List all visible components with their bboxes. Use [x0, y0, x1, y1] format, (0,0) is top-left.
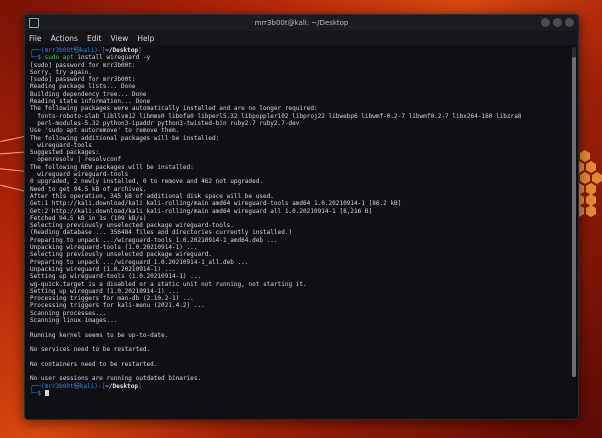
output-line: Setting up wireguard-tools (1.0.20210914… — [30, 273, 202, 281]
terminal-window[interactable]: mrr3b00t@kali: ~/Desktop File Actions Ed… — [24, 14, 579, 420]
output-line: Scanning linux images... — [30, 316, 118, 324]
output-line: Reading package lists... Done — [30, 83, 136, 91]
output-line: Reading state information... Done — [30, 98, 151, 106]
menu-actions[interactable]: Actions — [51, 34, 78, 43]
scrollbar[interactable] — [572, 47, 576, 377]
output-line: Get:1 http://kali.download/kali kali-rol… — [30, 200, 402, 208]
window-title: mrr3b00t@kali: ~/Desktop — [254, 19, 349, 27]
menu-file[interactable]: File — [29, 34, 42, 43]
output-line: Get:2 http://kali.download/kali kali-rol… — [30, 207, 373, 215]
command-line: └─$ sudo apt install wireguard -y — [30, 54, 151, 62]
titlebar[interactable]: mrr3b00t@kali: ~/Desktop — [25, 15, 578, 31]
output-line: No containers need to be restarted. — [30, 360, 158, 368]
output-line: wireguard wireguard-tools — [30, 171, 129, 179]
command-output: [sudo] password for mrr3b00t: Sorry, try … — [30, 62, 572, 383]
output-line: (Reading database ... 356484 files and d… — [30, 229, 293, 237]
output-line: Preparing to unpack .../wireguard-tools_… — [30, 236, 278, 244]
output-line: Running kernel seems to be up-to-date. — [30, 331, 169, 339]
output-line: perl-modules-5.32 python3-ipaddr python3… — [30, 119, 300, 127]
output-line: Selecting previously unselected package … — [30, 251, 213, 259]
output-line: The following additional packages will b… — [30, 134, 220, 142]
output-line: Processing triggers for man-db (2.10.2-1… — [30, 295, 194, 303]
output-line: Scanning processes... — [30, 309, 107, 317]
window-controls — [541, 18, 574, 27]
output-line: No services need to be restarted. — [30, 346, 151, 354]
maximize-icon[interactable] — [553, 18, 562, 27]
output-line: 0 upgraded, 2 newly installed, 0 to remo… — [30, 178, 263, 186]
output-line: Preparing to unpack .../wireguard_1.0.20… — [30, 258, 249, 266]
output-line: Unpacking wireguard-tools (1.0.20210914-… — [30, 244, 198, 252]
minimize-icon[interactable] — [541, 18, 550, 27]
output-line: wireguard-tools — [30, 141, 92, 149]
input-line[interactable]: └─$ — [30, 389, 572, 397]
output-line: openresolv | resolvconf — [30, 156, 122, 164]
cursor — [44, 389, 49, 396]
scrollbar-thumb[interactable] — [572, 57, 576, 377]
output-line: wg-quick.target is a disabled or a stati… — [30, 280, 307, 288]
menu-help[interactable]: Help — [137, 34, 154, 43]
output-line: No user sessions are running outdated bi… — [30, 375, 202, 383]
terminal-icon — [29, 18, 39, 28]
prompt-line-2: ┌──(mrr3b00t㉿kali)-[~/Desktop] — [30, 382, 142, 390]
terminal-output[interactable]: ┌──(mrr3b00t㉿kali)-[~/Desktop] └─$ sudo … — [25, 45, 578, 419]
output-line: Use 'sudo apt autoremove' to remove them… — [30, 127, 180, 135]
output-line: [sudo] password for mrr3b00t: — [30, 76, 136, 84]
menu-view[interactable]: View — [111, 34, 129, 43]
close-icon[interactable] — [565, 18, 574, 27]
menubar: File Actions Edit View Help — [25, 31, 578, 45]
output-line: Suggested packages: — [30, 149, 100, 157]
output-line: Sorry, try again. — [30, 68, 92, 76]
output-line: Processing triggers for kali-menu (2021.… — [30, 302, 205, 310]
output-line: Setting up wireguard (1.0.20210914-1) ..… — [30, 287, 180, 295]
output-line: Building dependency tree... Done — [30, 90, 147, 98]
menu-edit[interactable]: Edit — [87, 34, 102, 43]
output-line: Need to get 94.5 kB of archives. — [30, 185, 147, 193]
output-line: The following NEW packages will be insta… — [30, 163, 194, 171]
output-line: Fetched 94.5 kB in 1s (109 kB/s) — [30, 214, 147, 222]
output-line: Selecting previously unselected package … — [30, 222, 234, 230]
output-line: The following packages were automaticall… — [30, 105, 318, 113]
output-line: fonts-roboto-slab libllvm12 libmms0 libo… — [30, 112, 522, 120]
output-line: Unpacking wireguard (1.0.20210914-1) ... — [30, 265, 176, 273]
output-line: After this operation, 345 kB of addition… — [30, 192, 274, 200]
output-line: [sudo] password for mrr3b00t: — [30, 61, 136, 69]
